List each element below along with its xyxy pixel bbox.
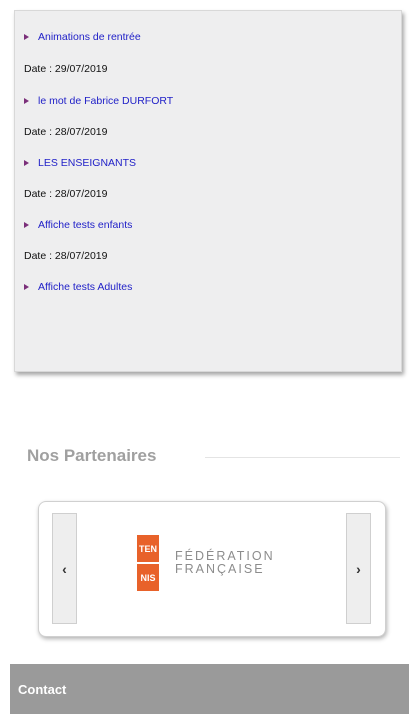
carousel-prev-button[interactable]: ‹ [52,513,77,624]
partner-logo-fft[interactable]: TEN NIS FÉDÉRATION FRANÇAISE [137,535,307,591]
logo-wordmark: FÉDÉRATION FRANÇAISE [175,550,275,576]
bullet-triangle-icon [24,34,29,40]
news-panel: Animations de rentrée Date : 29/07/2019 … [14,10,402,372]
left-margin [0,0,10,722]
news-date: Date : 28/07/2019 [24,188,108,200]
chevron-right-icon: › [356,560,361,577]
news-item[interactable]: Affiche tests enfants [24,219,132,231]
news-title-link[interactable]: Affiche tests enfants [38,219,132,231]
bullet-triangle-icon [24,98,29,104]
partners-carousel: ‹ TEN NIS FÉDÉRATION FRANÇAISE › [38,501,386,637]
bullet-triangle-icon [24,160,29,166]
logo-mark-top: TEN [139,544,157,554]
chevron-left-icon: ‹ [62,560,67,577]
news-title-link[interactable]: LES ENSEIGNANTS [38,157,136,169]
bullet-triangle-icon [24,284,29,290]
news-date: Date : 29/07/2019 [24,63,108,75]
contact-label: Contact [18,682,67,697]
news-date: Date : 28/07/2019 [24,126,108,138]
news-date: Date : 28/07/2019 [24,250,108,262]
contact-bar[interactable]: Contact [10,664,409,714]
news-item[interactable]: Affiche tests Adultes [24,281,132,293]
news-title-link[interactable]: Animations de rentrée [38,31,141,43]
heading-divider [205,457,400,458]
logo-text-line: FRANÇAISE [175,562,265,576]
news-item[interactable]: LES ENSEIGNANTS [24,157,136,169]
bullet-triangle-icon [24,222,29,228]
partners-heading: Nos Partenaires [27,446,157,465]
news-item[interactable]: Animations de rentrée [24,31,141,43]
news-item[interactable]: le mot de Fabrice DURFORT [24,95,173,107]
fft-logo-mark-icon: TEN NIS [137,535,159,591]
logo-mark-bottom: NIS [140,573,155,583]
bottom-margin [0,714,409,722]
news-title-link[interactable]: le mot de Fabrice DURFORT [38,95,173,107]
news-title-link[interactable]: Affiche tests Adultes [38,281,132,293]
carousel-next-button[interactable]: › [346,513,371,624]
